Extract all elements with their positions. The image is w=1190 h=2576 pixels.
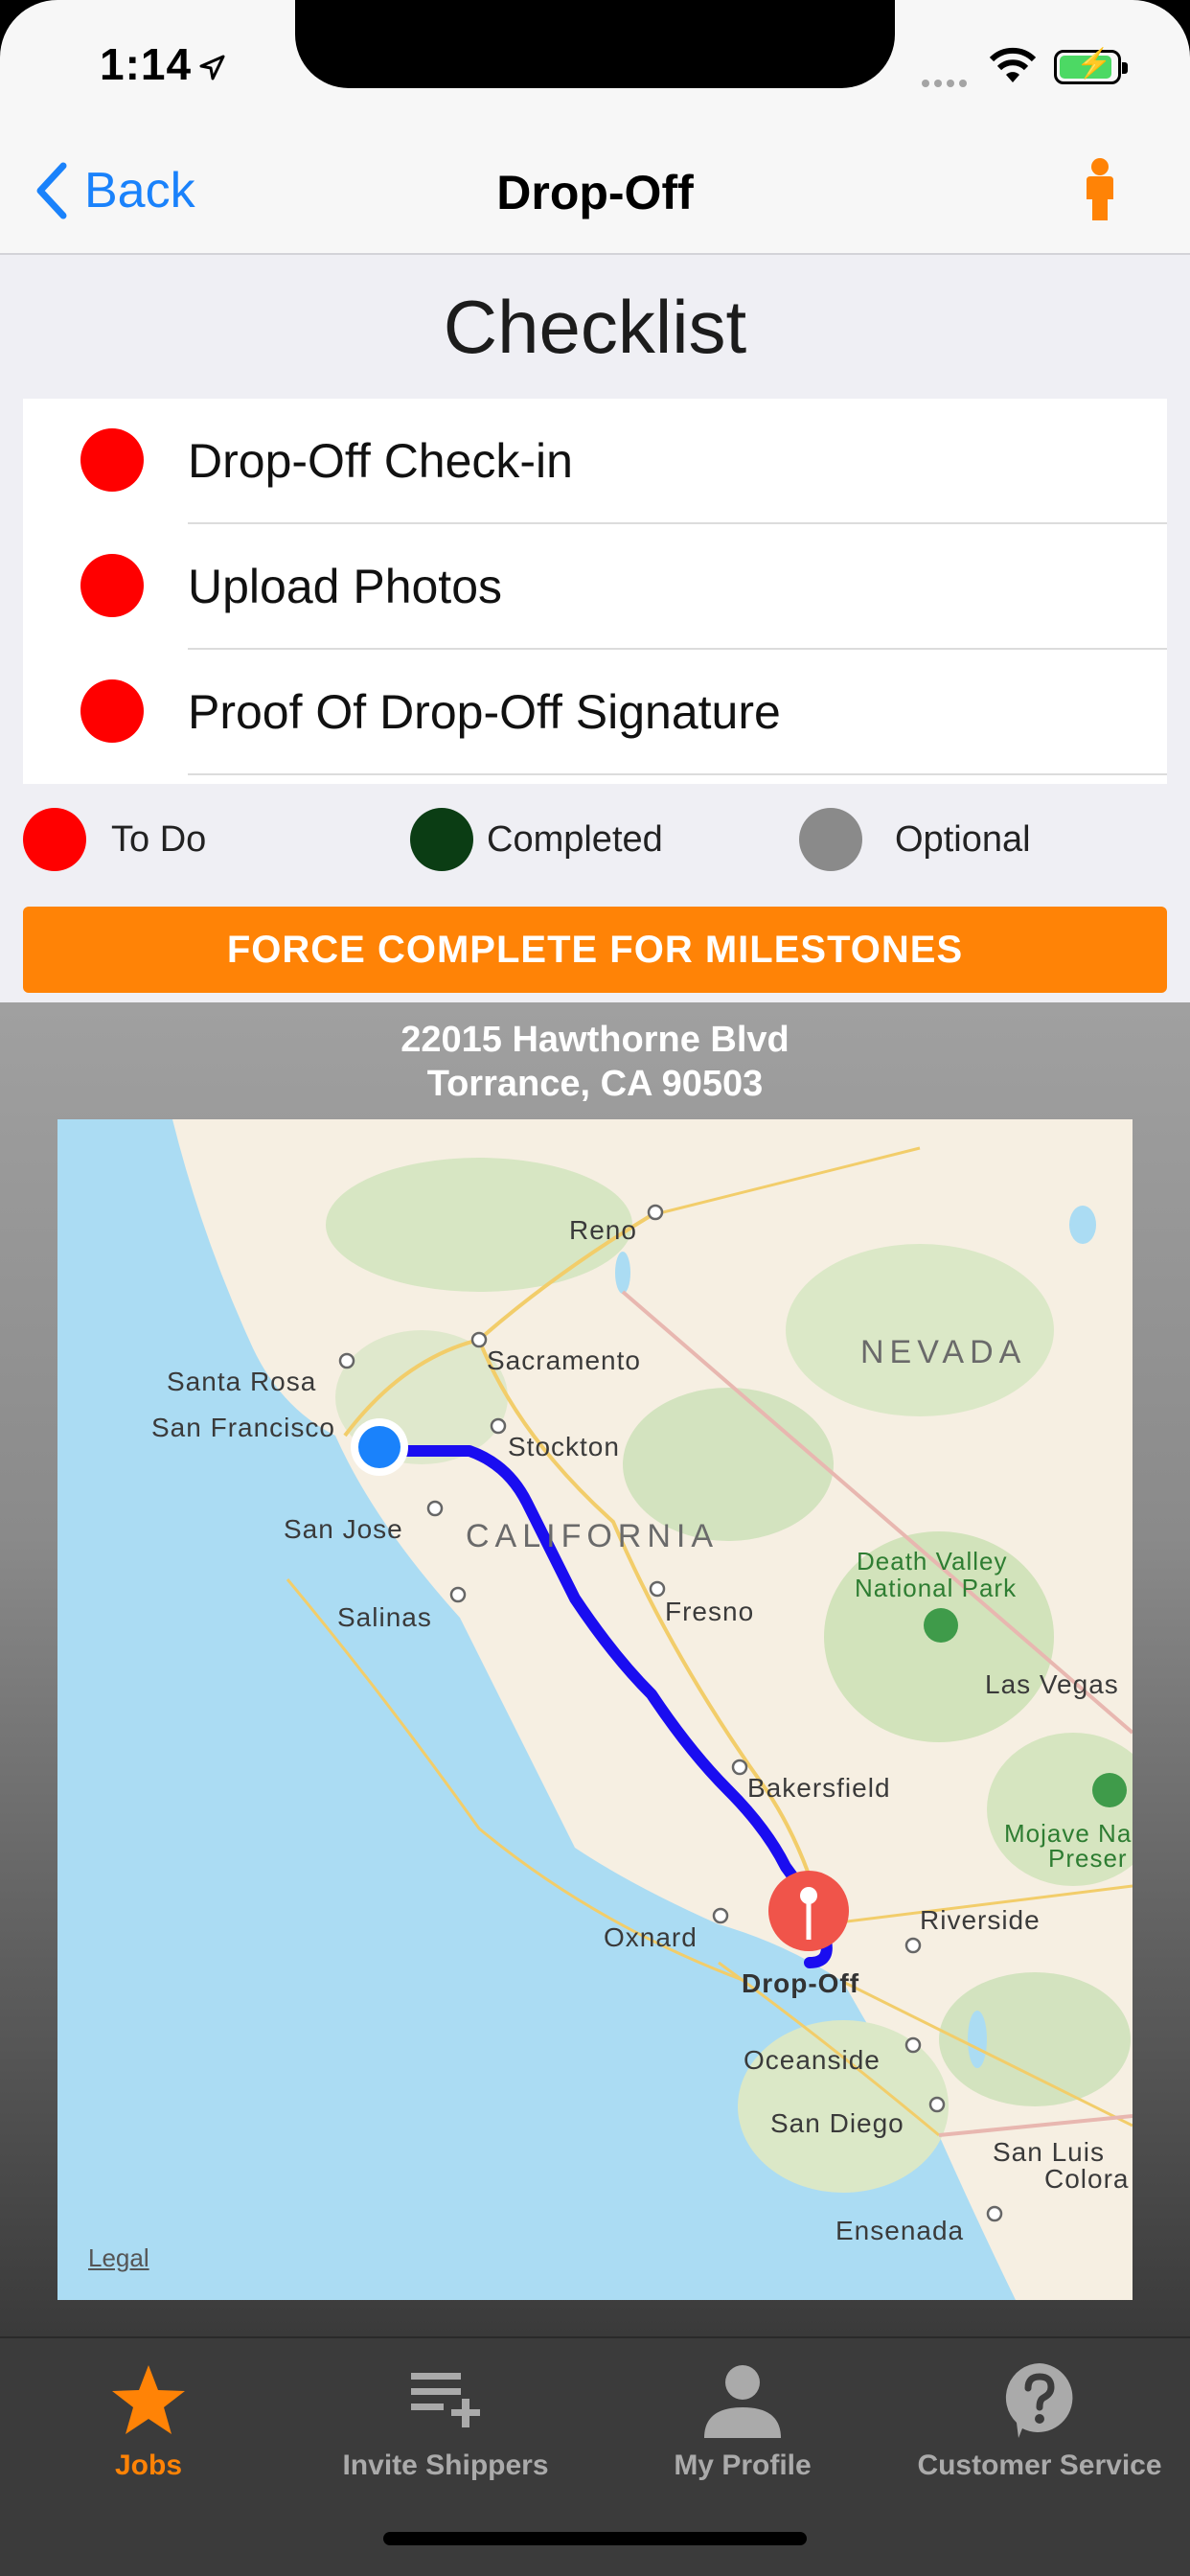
- home-indicator: [383, 2532, 807, 2545]
- map-label: CALIFORNIA: [466, 1518, 720, 1554]
- map-legal-link[interactable]: Legal: [88, 2243, 149, 2273]
- help-icon: [1005, 2363, 1073, 2438]
- map-label: Oceanside: [744, 2045, 881, 2075]
- map-label: Riverside: [920, 1905, 1041, 1935]
- battery-icon: ⚡: [1054, 48, 1128, 84]
- page-title: Drop-Off: [496, 166, 694, 219]
- legend-todo: To Do: [23, 807, 206, 872]
- map-label: Sacramento: [487, 1346, 641, 1375]
- map-label: NEVADA: [860, 1334, 1027, 1370]
- add-list-icon: [411, 2373, 480, 2427]
- legend-dot: [410, 808, 473, 871]
- map-label: San Diego: [770, 2108, 904, 2138]
- legend-dot: [23, 808, 86, 871]
- tab-label: Customer Service: [917, 2450, 1162, 2481]
- notch: [295, 0, 895, 88]
- address-line2: Torrance, CA 90503: [426, 1064, 764, 1104]
- checklist-title: Checklist: [443, 285, 747, 369]
- checklist-item[interactable]: Upload Photos: [23, 524, 1167, 650]
- screen: 1:14 ⚡ Back Drop-Off Checklist Drop-Off …: [0, 0, 1190, 2576]
- wifi-icon: [989, 47, 1037, 82]
- status-dot: [80, 428, 144, 492]
- location-arrow-icon: [199, 55, 225, 80]
- tab-invite-shippers[interactable]: Invite Shippers: [297, 2352, 594, 2496]
- map-terrain: [57, 1119, 1133, 2300]
- tab-label: Invite Shippers: [342, 2450, 549, 2481]
- person-icon[interactable]: [1081, 157, 1119, 224]
- map-label: Preser: [1048, 1844, 1128, 1873]
- navigation-bar: Back Drop-Off: [0, 126, 1190, 255]
- map-label: Colora: [1044, 2164, 1130, 2194]
- tab-label: My Profile: [674, 2450, 812, 2481]
- map-label: National Park: [855, 1574, 1018, 1602]
- tab-label: Jobs: [114, 2450, 183, 2481]
- checklist-item[interactable]: Drop-Off Check-in: [23, 399, 1167, 524]
- status-dot: [80, 679, 144, 743]
- person-icon: [704, 2365, 781, 2438]
- map-label: Oxnard: [604, 1922, 698, 1952]
- map-label: Santa Rosa: [167, 1367, 317, 1396]
- map-section: 22015 Hawthorne Blvd Torrance, CA 90503: [0, 1002, 1190, 2336]
- legend-completed: Completed: [410, 807, 663, 872]
- star-icon: [112, 2365, 185, 2434]
- status-dot: [80, 554, 144, 617]
- route-map[interactable]: Reno Sacramento NEVADA Santa Rosa San Fr…: [57, 1119, 1133, 2300]
- map-label: Salinas: [337, 1602, 432, 1632]
- cellular-signal-icon: [922, 75, 972, 92]
- checklist-item-label: Upload Photos: [188, 560, 503, 613]
- map-label: Fresno: [665, 1597, 755, 1626]
- divider: [188, 773, 1167, 775]
- map-label: Las Vegas: [985, 1669, 1119, 1699]
- map-label: Death Valley: [857, 1547, 1008, 1576]
- force-complete-button[interactable]: FORCE COMPLETE FOR MILESTONES: [23, 907, 1167, 993]
- checklist: Drop-Off Check-in Upload Photos Proof Of…: [23, 399, 1167, 784]
- legend-dot: [799, 808, 862, 871]
- map-label: Reno: [569, 1215, 637, 1245]
- screen-corner-mask: [0, 0, 115, 115]
- address-line1: 22015 Hawthorne Blvd: [400, 1020, 790, 1060]
- legend-label: To Do: [111, 818, 207, 860]
- tab-jobs[interactable]: Jobs: [0, 2352, 297, 2496]
- map-label: San Jose: [284, 1514, 403, 1544]
- legend-label: Optional: [895, 818, 1031, 860]
- legend-optional: Optional: [799, 807, 1031, 872]
- status-bar: 1:14 ⚡: [0, 0, 1190, 126]
- tab-my-profile[interactable]: My Profile: [594, 2352, 891, 2496]
- map-label: Ensenada: [835, 2216, 965, 2245]
- map-label: Stockton: [508, 1432, 620, 1461]
- checklist-item-label: Proof Of Drop-Off Signature: [188, 685, 781, 739]
- checklist-item[interactable]: Proof Of Drop-Off Signature: [23, 650, 1167, 775]
- tab-customer-service[interactable]: Customer Service: [891, 2352, 1188, 2496]
- checklist-item-label: Drop-Off Check-in: [188, 434, 573, 488]
- legend-label: Completed: [487, 818, 663, 860]
- map-label: Drop-Off: [742, 1968, 860, 1998]
- status-time: 1:14: [100, 39, 193, 89]
- map-label: Bakersfield: [747, 1773, 891, 1803]
- map-label: San Francisco: [151, 1413, 335, 1442]
